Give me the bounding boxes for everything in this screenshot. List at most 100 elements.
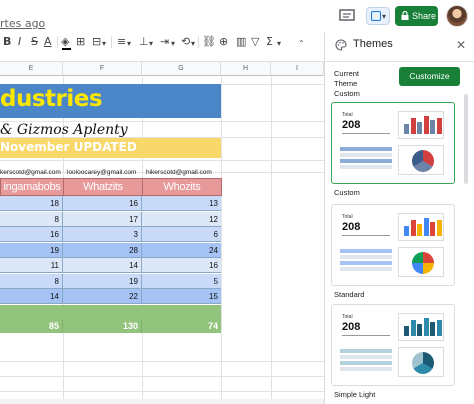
panel-divider [325, 61, 474, 62]
horizontal-align-icon[interactable]: ≡ [117, 35, 126, 49]
customize-button[interactable]: Customize [399, 67, 460, 86]
table-row: 19 28 24 [0, 242, 221, 258]
theme-total-underline [342, 133, 390, 134]
text-rotation-icon[interactable]: ⟲ [181, 35, 190, 49]
text-wrap-icon[interactable]: ⇥ [160, 35, 169, 49]
italic-button[interactable]: I [18, 35, 21, 49]
total-cell[interactable]: 85 [0, 319, 63, 333]
table-cell[interactable]: 19 [63, 273, 142, 289]
text-color-button[interactable]: A [44, 35, 52, 49]
theme-bar [430, 222, 435, 236]
table-cell[interactable]: 16 [0, 227, 63, 242]
functions-icon[interactable]: Σ [266, 35, 273, 49]
column-header-h[interactable]: H [221, 62, 271, 76]
comment-history-icon[interactable] [339, 9, 355, 23]
chevron-down-icon[interactable]: ▾ [277, 37, 281, 51]
share-button[interactable]: Share [395, 6, 438, 26]
table-row: 8 17 12 [0, 211, 221, 227]
table-cell[interactable]: 24 [142, 243, 221, 258]
insert-link-icon[interactable]: ⛓ [202, 35, 216, 49]
theme-table-preview [340, 249, 392, 273]
merge-cells-icon[interactable]: ⊟ [92, 35, 101, 49]
close-icon[interactable]: ✕ [456, 38, 466, 52]
email-cell[interactable]: kerscotd@gmail.com [0, 169, 61, 176]
avatar[interactable] [446, 5, 468, 27]
table-cell[interactable]: 18 [0, 196, 63, 211]
table-cell[interactable]: 14 [63, 258, 142, 273]
table-cell[interactable]: 28 [63, 242, 142, 258]
last-edit-link[interactable]: rtes ago [0, 17, 45, 30]
table-cell[interactable]: 5 [142, 274, 221, 289]
chevron-down-icon[interactable]: ▾ [127, 37, 131, 51]
table-cell[interactable]: 15 [142, 289, 221, 304]
table-cell[interactable]: 19 [0, 242, 63, 258]
date-cell[interactable]: November UPDATED [0, 138, 221, 158]
header-cell[interactable]: Whatzits [64, 179, 143, 197]
table-cell[interactable]: 8 [0, 273, 63, 289]
total-cell[interactable]: 74 [142, 319, 221, 333]
vertical-align-icon[interactable]: ⊥ [139, 35, 149, 49]
table-cell[interactable]: 17 [63, 211, 142, 227]
insert-comment-icon[interactable]: ⊕ [219, 35, 228, 49]
filter-icon[interactable]: ▽ [251, 35, 259, 49]
table-cell[interactable]: 8 [0, 211, 63, 227]
formula-bar[interactable] [0, 52, 324, 62]
table-cell[interactable]: 3 [63, 227, 142, 242]
theme-card-standard[interactable]: Total 208 [331, 204, 455, 286]
theme-bar [430, 120, 435, 134]
header-cell[interactable]: ingamabobs [1, 179, 64, 197]
strikethrough-button[interactable]: S [31, 35, 38, 49]
theme-table-line [340, 355, 392, 359]
bold-button[interactable]: B [3, 35, 11, 49]
theme-name[interactable]: Standard [334, 290, 364, 299]
table-cell[interactable]: 16 [142, 258, 221, 273]
theme-bar [436, 118, 442, 134]
share-label: Share [412, 11, 437, 21]
table-cell[interactable]: 13 [142, 196, 221, 211]
format-toolbar: B I S A ◈ ⊞ ⊟ ▾ ≡ ▾ ⊥ ▾ ⇥ ▾ ⟲ ▾ ⛓ ⊕ ▥ ▽ … [0, 32, 324, 52]
theme-table-line [340, 153, 392, 157]
themes-panel: Themes ✕ Current Theme Custom Customize … [324, 32, 474, 404]
column-header-f[interactable]: F [63, 62, 142, 76]
table-cell[interactable]: 12 [142, 212, 221, 227]
table-cell[interactable]: 6 [142, 227, 221, 242]
borders-icon[interactable]: ⊞ [76, 35, 85, 49]
theme-bar [404, 124, 409, 134]
table-header-row: ingamabobs Whatzits Whozits [0, 178, 222, 197]
table-row: 8 19 5 [0, 273, 221, 289]
theme-table-line [340, 249, 392, 253]
theme-card-custom[interactable]: Total 208 [331, 102, 455, 184]
total-cell[interactable]: 130 [63, 319, 142, 333]
chevron-down-icon[interactable]: ▾ [171, 37, 175, 51]
fill-color-icon[interactable]: ◈ [61, 35, 69, 49]
chevron-down-icon[interactable]: ▾ [191, 37, 195, 51]
email-cell[interactable]: hikerscotd@gmail.com [146, 169, 212, 176]
column-header-g[interactable]: G [142, 62, 221, 76]
insert-chart-icon[interactable]: ▥ [236, 35, 246, 49]
spreadsheet-grid[interactable]: E F G H I dustries & Gizmos Aplenty Nove… [0, 52, 324, 404]
table-cell[interactable]: 22 [63, 289, 142, 304]
horizontal-scrollbar[interactable] [0, 399, 324, 404]
theme-bar [404, 226, 409, 236]
table-cell[interactable]: 11 [0, 258, 63, 273]
theme-bar-chart-preview [398, 111, 444, 139]
chevron-down-icon[interactable]: ▾ [102, 37, 106, 51]
column-header-i[interactable]: I [271, 62, 324, 76]
email-cell[interactable]: looloocarey@gmail.com [67, 169, 136, 176]
title-cell[interactable]: dustries [0, 84, 221, 118]
present-button[interactable] [366, 7, 390, 25]
theme-pie [412, 150, 434, 172]
chevron-down-icon[interactable]: ▾ [149, 37, 153, 51]
column-header-e[interactable]: E [0, 62, 63, 76]
chevron-down-icon[interactable]: ▾ [382, 12, 386, 21]
theme-name[interactable]: Simple Light [334, 390, 375, 399]
header-cell[interactable]: Whozits [143, 179, 221, 197]
present-icon [371, 11, 381, 21]
chevron-up-icon[interactable]: ⌃ [298, 37, 305, 51]
theme-card-simple-light[interactable]: Total 208 [331, 304, 455, 386]
panel-scrollbar[interactable] [464, 94, 468, 184]
table-cell[interactable]: 14 [0, 289, 63, 304]
theme-name[interactable]: Custom [334, 188, 360, 197]
theme-table-preview [340, 147, 392, 171]
table-cell[interactable]: 16 [63, 196, 142, 211]
